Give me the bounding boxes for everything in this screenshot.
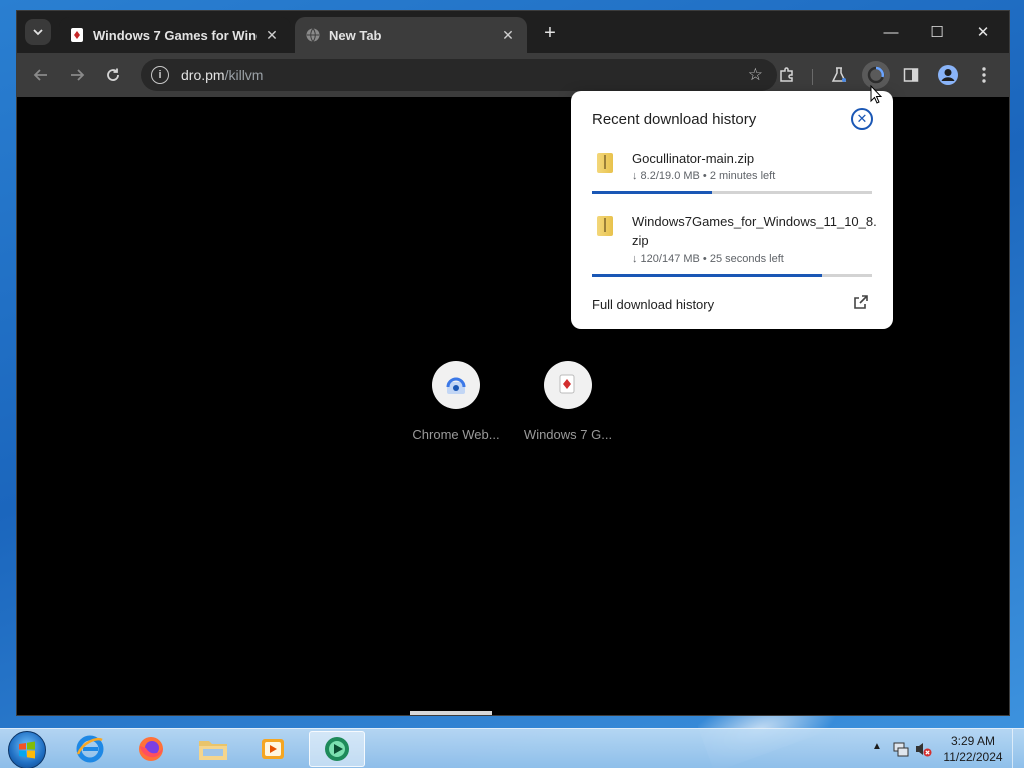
avatar-icon <box>938 65 958 85</box>
downloads-header: Recent download history <box>592 111 757 128</box>
playing-card-icon <box>69 27 85 43</box>
labs-button[interactable] <box>825 61 853 89</box>
close-tab-icon[interactable]: ✕ <box>263 26 281 44</box>
progress-fill <box>592 274 822 277</box>
taskbar-internet-explorer[interactable] <box>62 731 118 767</box>
internet-explorer-icon <box>76 735 104 763</box>
chevron-down-icon <box>33 29 43 36</box>
full-download-history-link[interactable]: Full download history <box>592 297 714 312</box>
mouse-cursor-icon <box>870 85 882 104</box>
close-window-button[interactable]: ✕ <box>960 19 1006 45</box>
system-clock[interactable]: 3:29 AM 11/22/2024 <box>940 733 1006 765</box>
kebab-menu-icon <box>982 67 986 83</box>
clock-time: 3:29 AM <box>950 734 996 748</box>
download-filename: Gocullinator-main.zip <box>632 151 755 166</box>
flask-icon <box>831 67 847 82</box>
volume-muted-icon[interactable] <box>914 740 932 758</box>
clock-date: 11/22/2024 <box>943 750 1003 764</box>
arrow-right-icon <box>71 69 85 81</box>
maximize-button[interactable]: ☐ <box>914 19 960 45</box>
arrow-left-icon <box>33 69 47 81</box>
site-info-icon[interactable]: i <box>151 66 169 84</box>
bookmark-star-icon[interactable]: ☆ <box>748 65 763 85</box>
taskbar: ▲ 3:29 AM 11/22/2024 <box>0 728 1024 768</box>
reload-button[interactable] <box>99 61 127 89</box>
zip-file-icon <box>597 153 613 173</box>
forward-button[interactable] <box>63 61 91 89</box>
profile-button[interactable] <box>934 61 962 89</box>
firefox-icon <box>139 737 163 761</box>
reload-icon <box>107 68 119 81</box>
taskbar-firefox[interactable] <box>123 731 179 767</box>
folder-icon <box>199 741 227 760</box>
download-filename: Windows7Games_for_Windows_11_10_8.zip <box>632 214 877 248</box>
shortcut-windows7-games[interactable]: Windows 7 G... <box>518 361 618 442</box>
show-desktop-button[interactable] <box>1012 729 1024 768</box>
tab-title: New Tab <box>329 27 382 43</box>
close-tab-icon[interactable]: ✕ <box>499 26 517 44</box>
tab-title: Windows 7 Games for Windows 11, 10 & 8 <box>93 27 257 43</box>
download-progress-bar <box>592 191 872 194</box>
open-in-new-icon[interactable] <box>853 294 869 314</box>
windows-logo-icon <box>19 741 35 759</box>
shortcut-icon <box>432 361 480 409</box>
zip-file-icon <box>597 216 613 236</box>
shortcut-label: Chrome Web... <box>412 427 500 442</box>
close-icon[interactable]: ✕ <box>851 108 873 130</box>
url-host: dro.pm <box>181 67 225 83</box>
app-icon <box>325 737 349 761</box>
url-path: /killvm <box>224 67 264 83</box>
shortcut-label: Windows 7 G... <box>523 427 613 442</box>
menu-button[interactable] <box>970 61 998 89</box>
download-progress-bar <box>592 274 872 277</box>
download-status: ↓ 8.2/19.0 MB • 2 minutes left <box>632 170 776 182</box>
toolbar-divider <box>812 69 813 85</box>
show-hidden-icons-chevron-icon[interactable]: ▲ <box>872 741 882 752</box>
progress-fill <box>592 191 713 194</box>
taskbar-active-app[interactable] <box>309 731 365 767</box>
new-tab-button[interactable]: + <box>539 22 561 44</box>
download-status: ↓ 120/147 MB • 25 seconds left <box>632 253 784 265</box>
globe-icon <box>305 27 321 43</box>
playing-card-icon <box>559 374 575 394</box>
puzzle-icon <box>780 67 793 82</box>
minimize-button[interactable]: — <box>868 19 914 45</box>
side-panel-button[interactable] <box>897 61 925 89</box>
media-player-icon <box>262 739 284 759</box>
download-progress-icon <box>867 66 885 84</box>
tab-search-button[interactable] <box>25 19 51 45</box>
horizontal-scrollbar[interactable] <box>410 711 492 715</box>
address-bar[interactable]: i dro.pm/killvm ☆ <box>141 59 777 91</box>
network-icon[interactable] <box>892 740 910 758</box>
side-panel-icon <box>903 68 919 82</box>
tab-new-tab[interactable]: New Tab ✕ <box>295 17 527 53</box>
tab-windows7-games[interactable]: Windows 7 Games for Windows 11, 10 & 8 ✕ <box>59 17 291 53</box>
tab-strip: Windows 7 Games for Windows 11, 10 & 8 ✕… <box>17 11 1009 53</box>
downloads-bubble: Recent download history ✕ Gocullinator-m… <box>571 91 893 329</box>
taskbar-file-explorer[interactable] <box>185 731 241 767</box>
web-store-icon <box>446 377 466 394</box>
taskbar-media-player[interactable] <box>245 731 301 767</box>
extensions-button[interactable] <box>773 61 801 89</box>
start-button[interactable] <box>8 731 46 768</box>
back-button[interactable] <box>27 61 55 89</box>
shortcut-icon <box>544 361 592 409</box>
shortcut-chrome-web-store[interactable]: Chrome Web... <box>406 361 506 442</box>
